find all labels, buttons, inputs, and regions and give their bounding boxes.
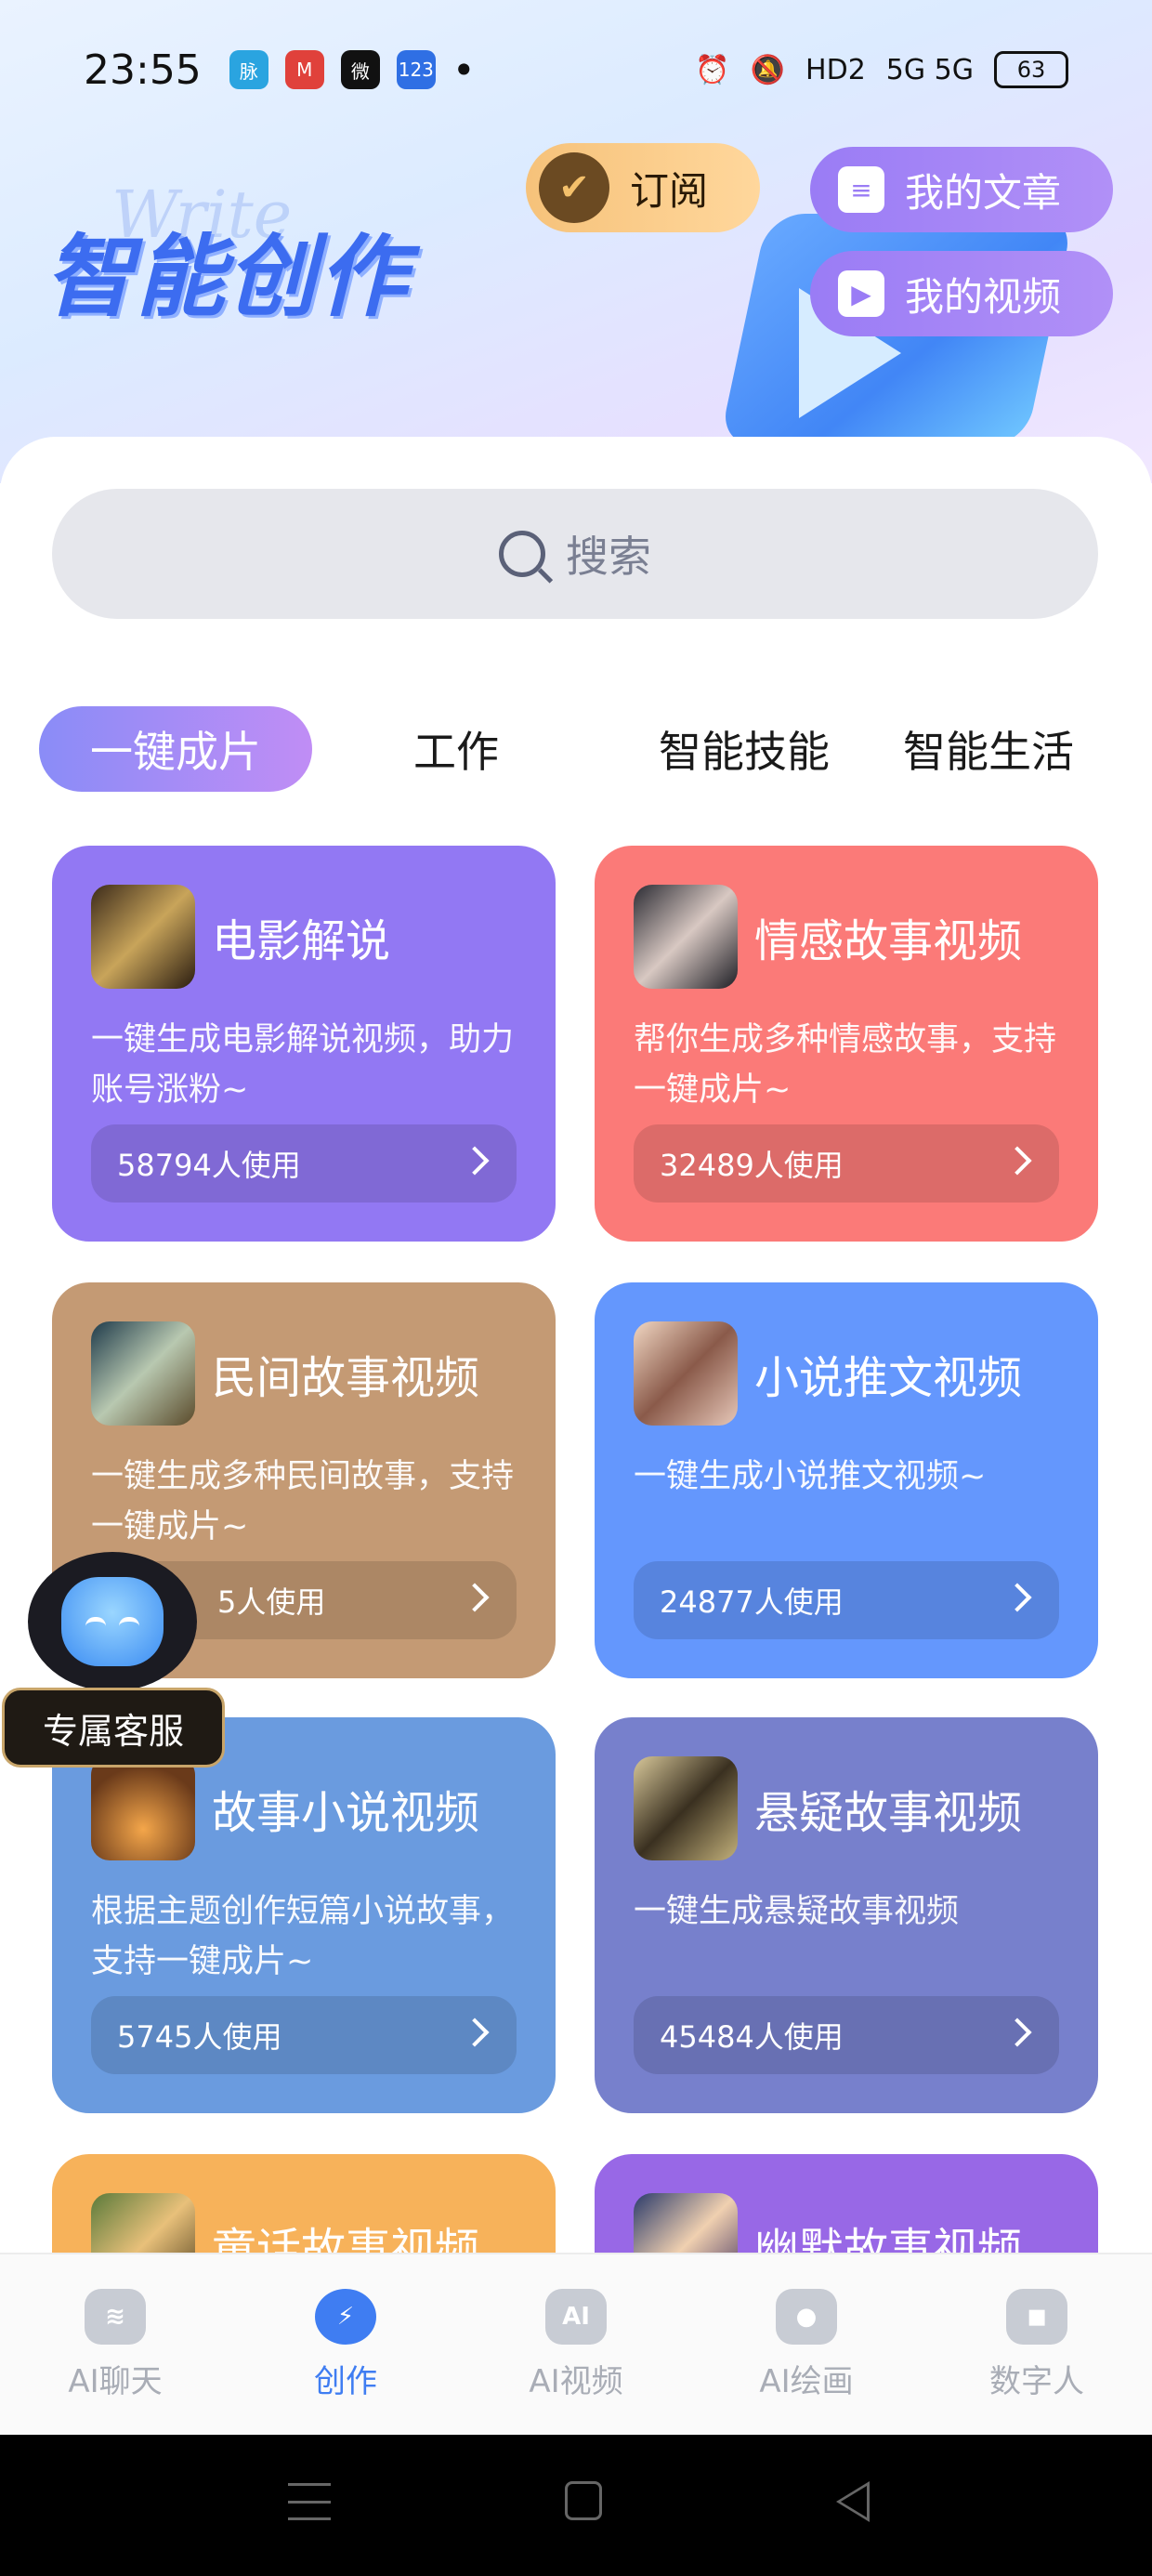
status-bar: 23:55 脉 M 微 123 • ⏰ 🔕 HD2 5G 5G 63 (0, 0, 1152, 139)
video-camera-icon: AI (545, 2288, 607, 2345)
robot-eye (85, 1617, 106, 1626)
wechat-icon: 微 (340, 50, 380, 89)
status-indicators: ⏰ 🔕 HD2 5G 5G 63 (695, 51, 1068, 88)
chevron-right-icon (1002, 2017, 1032, 2047)
card-title: 悬疑故事视频 (754, 1787, 1023, 1839)
usage-count: 45484人使用 (660, 2019, 844, 2055)
card-description: 一键生成悬疑故事视频 (634, 1893, 960, 1930)
card-thumbnail (634, 885, 738, 989)
nav-create[interactable]: ⚡ 创作 (230, 2254, 461, 2435)
my-videos-label: 我的视频 (905, 273, 1062, 320)
mute-icon: 🔕 (750, 53, 786, 86)
card-novel-promo[interactable]: 小说推文视频 一键生成小说推文视频~ 24877人使用 (595, 1282, 1098, 1678)
nav-label: 数字人 (989, 2362, 1084, 2400)
battery-icon: 63 (994, 51, 1068, 88)
chevron-right-icon (460, 1583, 490, 1612)
card-title: 电影解说 (212, 915, 391, 967)
nav-digital-human[interactable]: ◼ 数字人 (922, 2254, 1152, 2435)
my-articles-button[interactable]: ≡ 我的文章 (810, 147, 1113, 232)
tab-one-click[interactable]: 一键成片 (39, 706, 312, 792)
nav-label: 创作 (314, 2362, 377, 2400)
page-title: 智能创作 (45, 225, 409, 329)
app-notification-icon: M (284, 50, 324, 89)
palette-icon: ● (776, 2288, 837, 2345)
menu-icon[interactable] (288, 2483, 331, 2520)
tab-smart-life[interactable]: 智能生活 (888, 706, 1152, 792)
card-thumbnail (91, 885, 195, 989)
card-usage-button[interactable]: 58794人使用 (91, 1124, 517, 1203)
chevron-right-icon (460, 2017, 490, 2047)
card-story-novel[interactable]: 故事小说视频 根据主题创作短篇小说故事，支持一键成片~ 5745人使用 (52, 1717, 556, 2113)
card-usage-button[interactable]: 5745人使用 (91, 1996, 517, 2074)
nav-ai-painting[interactable]: ● AI绘画 (691, 2254, 922, 2435)
my-videos-button[interactable]: ▶ 我的视频 (810, 251, 1113, 336)
subscribe-label: 订阅 (630, 167, 709, 214)
customer-service-label: 专属客服 (2, 1688, 225, 1768)
chevron-right-icon (1002, 1146, 1032, 1176)
customer-service-button[interactable]: 专属客服 (0, 1552, 232, 1775)
app-notification-icon: 脉 (229, 50, 268, 89)
lightning-icon: ⚡ (315, 2288, 376, 2345)
card-description: 一键生成小说推文视频~ (634, 1458, 987, 1495)
robot-eye (119, 1617, 139, 1626)
app-notification-icon: 123 (396, 50, 436, 89)
nav-ai-video[interactable]: AI AI视频 (461, 2254, 691, 2435)
robot-face (61, 1577, 164, 1666)
search-input[interactable]: 搜索 (52, 489, 1098, 619)
usage-count: 5745人使用 (117, 2019, 282, 2055)
more-notifications-dot: • (452, 46, 476, 93)
nav-ai-chat[interactable]: ≋ AI聊天 (0, 2254, 230, 2435)
card-suspense-story[interactable]: 悬疑故事视频 一键生成悬疑故事视频 45484人使用 (595, 1717, 1098, 2113)
system-navigation-bar (0, 2435, 1152, 2576)
alarm-icon: ⏰ (695, 53, 730, 86)
search-icon (499, 531, 545, 577)
card-title: 情感故事视频 (754, 915, 1023, 967)
card-usage-button[interactable]: 32489人使用 (634, 1124, 1059, 1203)
card-title: 民间故事视频 (212, 1352, 480, 1404)
robot-icon: ◼ (1006, 2288, 1067, 2345)
nav-label: AI绘画 (759, 2362, 854, 2400)
tab-work[interactable]: 工作 (312, 706, 600, 792)
home-icon[interactable] (565, 2481, 602, 2520)
card-thumbnail (634, 1321, 738, 1426)
card-title: 小说推文视频 (754, 1352, 1023, 1404)
status-time: 23:55 (84, 46, 202, 94)
robot-avatar-icon (28, 1552, 197, 1691)
card-description: 一键生成电影解说视频，助力账号涨粉~ (91, 1021, 515, 1109)
card-description: 帮你生成多种情感故事，支持一键成片~ (634, 1021, 1057, 1109)
back-icon[interactable] (836, 2481, 870, 2522)
card-movie-commentary[interactable]: 电影解说 一键生成电影解说视频，助力账号涨粉~ 58794人使用 (52, 846, 556, 1242)
subscribe-button[interactable]: ✔ 订阅 (526, 143, 760, 232)
usage-count: 24877人使用 (660, 1584, 844, 1620)
hd-icon: HD2 (805, 53, 866, 86)
card-description: 一键生成多种民间故事，支持一键成片~ (91, 1458, 515, 1545)
nav-label: AI视频 (529, 2362, 623, 2400)
bottom-navigation: ≋ AI聊天 ⚡ 创作 AI AI视频 ● AI绘画 ◼ 数字人 (0, 2253, 1152, 2435)
usage-count: 58794人使用 (117, 1148, 301, 1183)
nav-label: AI聊天 (68, 2362, 163, 2400)
category-tabs: 一键成片 工作 智能技能 智能生活 (39, 704, 1152, 794)
card-emotional-story[interactable]: 情感故事视频 帮你生成多种情感故事，支持一键成片~ 32489人使用 (595, 846, 1098, 1242)
card-description: 根据主题创作短篇小说故事，支持一键成片~ (91, 1893, 515, 1980)
card-thumbnail (634, 1756, 738, 1860)
document-icon: ≡ (838, 166, 884, 213)
chat-icon: ≋ (85, 2288, 146, 2345)
chevron-right-icon (460, 1146, 490, 1176)
status-app-icons: 脉 M 微 123 • (229, 47, 476, 93)
chevron-right-icon (1002, 1583, 1032, 1612)
card-usage-button[interactable]: 24877人使用 (634, 1561, 1059, 1639)
card-thumbnail (91, 1321, 195, 1426)
tab-smart-skills[interactable]: 智能技能 (600, 706, 888, 792)
card-title: 故事小说视频 (212, 1787, 480, 1839)
my-articles-label: 我的文章 (905, 169, 1062, 216)
signal-icon: 5G 5G (885, 53, 974, 86)
search-placeholder: 搜索 (566, 532, 651, 582)
usage-count: 32489人使用 (660, 1148, 844, 1183)
card-usage-button[interactable]: 45484人使用 (634, 1996, 1059, 2074)
vip-badge-icon: ✔ (539, 152, 609, 223)
play-icon: ▶ (838, 270, 884, 317)
